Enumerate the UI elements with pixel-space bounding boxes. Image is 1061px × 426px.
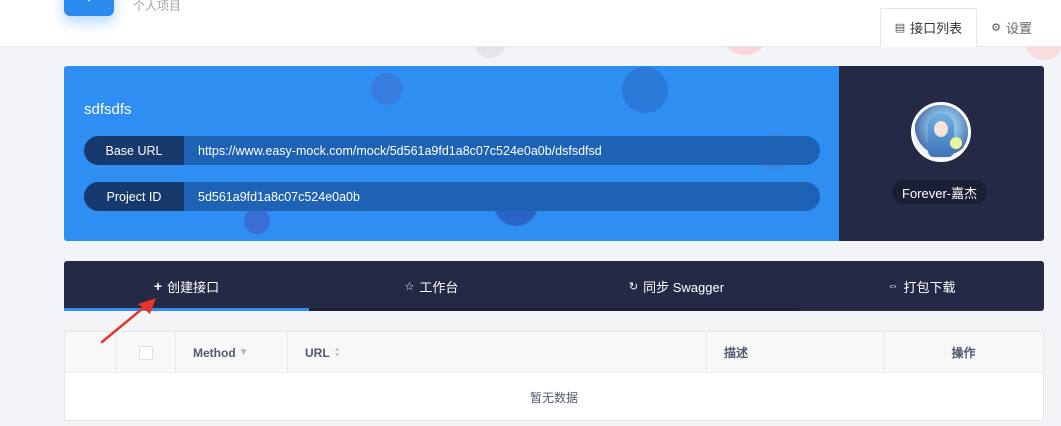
star-icon: ☆ <box>404 280 415 293</box>
tab-api-list[interactable]: ▤ 接口列表 <box>879 8 978 47</box>
avatar[interactable] <box>911 102 971 162</box>
user-card: Forever-嘉杰 <box>839 66 1044 241</box>
column-url: URL ▲ ▼ <box>288 332 707 373</box>
download-package-button[interactable]: ⇔ 打包下载 <box>799 261 1044 311</box>
sync-icon: ↻ <box>628 280 639 293</box>
app-logo[interactable] <box>64 0 114 16</box>
project-id-value[interactable]: 5d561a9fd1a8c07c524e0a0b <box>184 190 360 204</box>
workbench-button[interactable]: ☆ 工作台 <box>309 261 554 311</box>
action-label: 工作台 <box>419 279 459 295</box>
list-icon: ▤ <box>894 22 906 34</box>
project-title: sdfsdfs <box>84 101 132 118</box>
empty-state: 暂无数据 <box>529 390 578 405</box>
base-url-value[interactable]: https://www.easy-mock.com/mock/5d561a9fd… <box>184 144 602 158</box>
action-label: 创建接口 <box>167 279 220 295</box>
project-id-label: Project ID <box>84 182 184 211</box>
download-icon: ⇔ <box>887 280 899 292</box>
filter-icon[interactable]: ▼ <box>239 347 249 358</box>
decor-bubble <box>371 73 403 105</box>
decor-bubble <box>244 208 270 234</box>
header-tabs: ▤ 接口列表 ⚙ 设置 <box>879 8 1046 47</box>
tab-label: 接口列表 <box>910 21 963 36</box>
cube-icon <box>77 0 101 2</box>
sync-swagger-button[interactable]: ↻ 同步 Swagger <box>554 261 799 311</box>
username-badge[interactable]: Forever-嘉杰 <box>892 180 988 204</box>
column-description: 描述 <box>707 332 884 373</box>
annotation-arrow-icon <box>100 298 156 344</box>
gear-icon: ⚙ <box>991 22 1001 34</box>
action-bar: + 创建接口 ☆ 工作台 ↻ 同步 Swagger ⇔ 打包下载 <box>64 261 1044 311</box>
project-id-row: Project ID 5d561a9fd1a8c07c524e0a0b <box>84 182 820 211</box>
column-operations: 操作 <box>951 346 976 360</box>
action-label: 同步 Swagger <box>643 279 725 295</box>
base-url-label: Base URL <box>84 136 184 165</box>
decor-bubble <box>622 67 668 113</box>
action-label: 打包下载 <box>903 279 956 295</box>
select-all-checkbox[interactable] <box>139 345 153 360</box>
base-url-row: Base URL https://www.easy-mock.com/mock/… <box>84 136 820 165</box>
api-table: Method ▼ URL ▲ ▼ 描述 操作 暂无数据 <box>64 331 1044 421</box>
sort-icon[interactable]: ▲ ▼ <box>334 346 341 359</box>
tab-settings[interactable]: ⚙ 设置 <box>977 8 1046 47</box>
plus-icon: + <box>153 278 163 294</box>
project-info-card: sdfsdfs Base URL https://www.easy-mock.c… <box>64 66 839 241</box>
table-header: Method ▼ URL ▲ ▼ 描述 操作 <box>65 332 1043 373</box>
tab-label: 设置 <box>1005 21 1032 36</box>
project-type-label: 个人项目 <box>133 0 182 13</box>
column-method: Method ▼ <box>176 332 288 373</box>
top-header: 个人项目 ▤ 接口列表 ⚙ 设置 <box>0 0 1061 47</box>
page: 个人项目 ▤ 接口列表 ⚙ 设置 sdfsdfs Base URL https:… <box>0 0 1061 426</box>
